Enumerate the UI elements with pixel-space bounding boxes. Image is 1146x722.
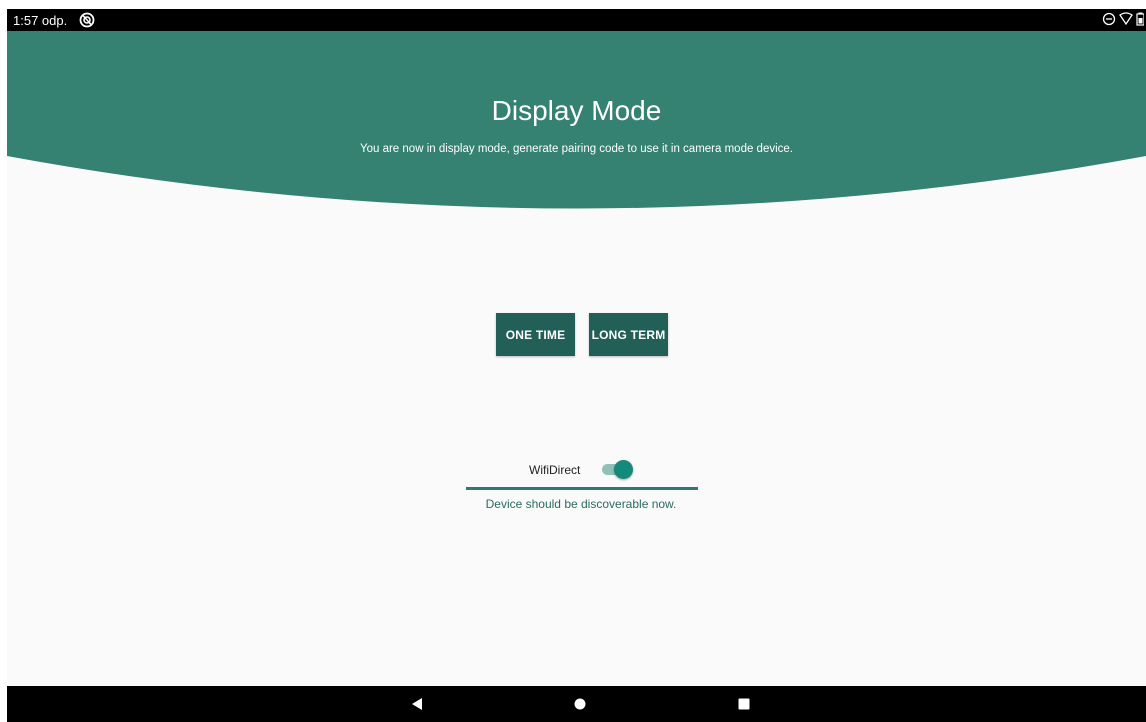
status-icons [1102, 11, 1145, 29]
status-time: 1:57 odp. [13, 13, 68, 28]
discoverable-status-text: Device should be discoverable now. [485, 497, 677, 511]
home-icon[interactable] [572, 696, 588, 712]
back-icon[interactable] [409, 696, 425, 712]
minus-circle-icon [1102, 12, 1116, 29]
status-bar: 1:57 odp. [7, 9, 1146, 31]
toggle-thumb [614, 460, 633, 479]
page-subtitle: You are now in display mode, generate pa… [359, 143, 793, 155]
wifi-direct-label: WifiDirect [529, 463, 581, 477]
wifi-direct-toggle[interactable] [601, 459, 633, 479]
device-screen: 1:57 odp. Display Mode You are now in di… [7, 9, 1146, 722]
long-term-button[interactable]: LONG TERM [589, 313, 668, 356]
status-app-icon [79, 12, 95, 28]
battery-icon [1136, 12, 1145, 29]
header-banner: Display Mode You are now in display mode… [7, 31, 1146, 221]
wifi-direct-divider [466, 487, 698, 490]
navigation-bar [7, 686, 1146, 722]
wifi-icon [1119, 11, 1133, 29]
recents-icon[interactable] [736, 696, 752, 712]
page-title: Display Mode [491, 95, 662, 126]
one-time-button[interactable]: ONE TIME [496, 313, 575, 356]
